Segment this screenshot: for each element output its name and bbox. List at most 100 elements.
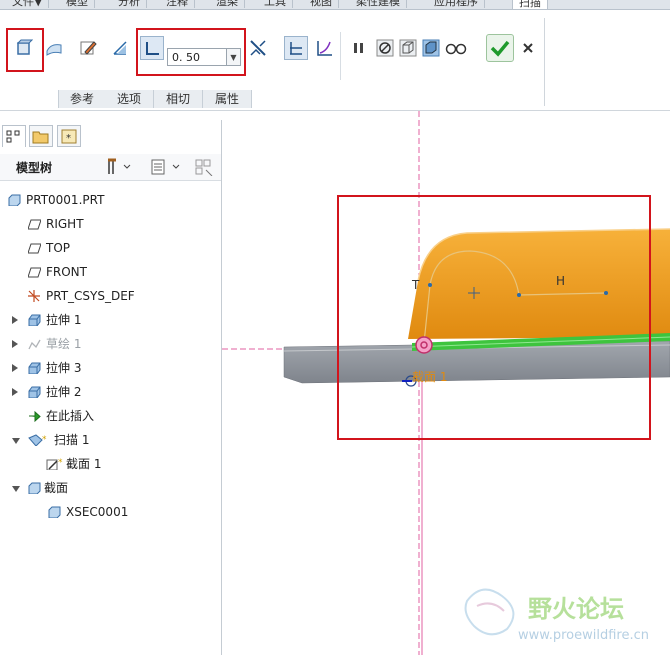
tree-item-extrude-3[interactable]: 拉伸 3 bbox=[12, 358, 81, 378]
tree-item-label: TOP bbox=[46, 241, 71, 255]
tree-item-csys[interactable]: PRT_CSYS_DEF bbox=[28, 286, 135, 306]
tab-folder-browser[interactable] bbox=[29, 125, 53, 147]
expand-icon[interactable] bbox=[12, 364, 18, 372]
tree-item-label: RIGHT bbox=[46, 217, 84, 231]
star-icon: * bbox=[61, 129, 77, 144]
group-tangency[interactable]: 相切 bbox=[154, 90, 203, 108]
graphics-window[interactable]: T H 截面 1 野火论坛 www.proewildfire.cn bbox=[222, 111, 670, 655]
tree-columns-button[interactable] bbox=[150, 158, 180, 179]
ribbon-tab-bar: 文件▼ 模型 分析 注释 渲染 工具 视图 柔性建模 应用程序 扫描 bbox=[0, 0, 670, 10]
tab-file[interactable]: 文件▼ bbox=[6, 0, 50, 8]
watermark-logo-icon bbox=[464, 588, 515, 636]
tree-settings-button[interactable] bbox=[106, 158, 132, 179]
model-tree-panel: * 模型树 PRT0001.PRT RIGHT TOP FRONT PRT_CS… bbox=[0, 120, 222, 655]
section-vertex[interactable] bbox=[428, 283, 432, 287]
tab-annotate[interactable]: 注释 bbox=[160, 0, 195, 8]
tree-item-top[interactable]: TOP bbox=[28, 238, 70, 258]
highlight-box-solid bbox=[6, 28, 44, 72]
tab-favorites[interactable]: * bbox=[57, 125, 81, 147]
tree-item-label: 草绘 1 bbox=[46, 337, 82, 351]
expand-icon[interactable] bbox=[12, 340, 18, 348]
ok-button[interactable] bbox=[486, 34, 514, 62]
plane-button[interactable] bbox=[108, 36, 132, 60]
section-folder-icon bbox=[28, 482, 41, 494]
collapse-icon[interactable] bbox=[12, 438, 20, 444]
tab-applications[interactable]: 应用程序 bbox=[428, 0, 485, 8]
tab-render[interactable]: 渲染 bbox=[210, 0, 245, 8]
preview-shaded-button[interactable] bbox=[419, 36, 443, 60]
tree-item-extrude-1[interactable]: 拉伸 1 bbox=[12, 310, 81, 330]
variable-section-button[interactable] bbox=[312, 36, 336, 60]
wireframe-preview-icon bbox=[399, 39, 417, 57]
x-icon bbox=[523, 43, 533, 53]
highlight-box-thickness bbox=[136, 28, 246, 76]
tab-model[interactable]: 模型 bbox=[60, 0, 95, 8]
preview-wireframe-button[interactable] bbox=[396, 36, 420, 60]
svg-text:*: * bbox=[66, 133, 71, 144]
tree-item-xsec0001[interactable]: XSEC0001 bbox=[48, 502, 128, 522]
variable-section-icon bbox=[317, 41, 332, 56]
tree-item-label: XSEC0001 bbox=[66, 505, 129, 519]
datum-plane-icon bbox=[28, 219, 41, 230]
tab-model-tree[interactable] bbox=[2, 125, 26, 147]
constraint-label-h: H bbox=[556, 274, 565, 288]
cancel-button[interactable] bbox=[516, 36, 540, 60]
section-vertex[interactable] bbox=[604, 291, 608, 295]
tree-item-part[interactable]: PRT0001.PRT bbox=[8, 190, 104, 210]
tab-flexible-modeling[interactable]: 柔性建模 bbox=[350, 0, 407, 8]
constant-section-icon bbox=[290, 42, 302, 55]
expand-icon[interactable] bbox=[12, 316, 18, 324]
flip-arrow-icon bbox=[250, 40, 266, 56]
tab-analysis[interactable]: 分析 bbox=[112, 0, 147, 8]
insert-arrow-icon bbox=[29, 410, 41, 422]
collapse-icon[interactable] bbox=[12, 486, 20, 492]
tree-item-label: PRT_CSYS_DEF bbox=[46, 289, 135, 303]
extrude-icon bbox=[28, 362, 41, 374]
tree-item-sections[interactable]: 截面 bbox=[12, 478, 68, 498]
tree-item-front[interactable]: FRONT bbox=[28, 262, 87, 282]
verify-button[interactable] bbox=[444, 36, 468, 60]
tree-item-label: PRT0001.PRT bbox=[26, 193, 105, 207]
check-icon bbox=[490, 40, 510, 57]
origin-point-icon[interactable] bbox=[415, 336, 433, 354]
expand-icon[interactable] bbox=[12, 388, 18, 396]
glasses-icon bbox=[445, 43, 467, 55]
tree-item-label: 截面 bbox=[44, 481, 69, 495]
extrude-icon bbox=[28, 386, 41, 398]
tree-item-label: 拉伸 1 bbox=[46, 313, 82, 327]
tree-item-sweep-1[interactable]: * 扫描 1 bbox=[12, 430, 89, 450]
pencil-icon bbox=[80, 41, 97, 55]
shaded-preview-icon bbox=[422, 39, 440, 57]
watermark-title: 野火论坛 bbox=[528, 595, 624, 623]
tree-item-sketch-1[interactable]: 草绘 1 bbox=[12, 334, 81, 354]
tree-item-insert-here[interactable]: 在此插入 bbox=[28, 406, 94, 426]
section-vertex[interactable] bbox=[517, 293, 521, 297]
tree-item-extrude-2[interactable]: 拉伸 2 bbox=[12, 382, 81, 402]
part-icon bbox=[8, 194, 21, 206]
sweep-body bbox=[408, 229, 670, 339]
tree-item-label: FRONT bbox=[46, 265, 87, 279]
no-preview-button[interactable] bbox=[373, 36, 397, 60]
csys-icon bbox=[28, 290, 40, 302]
tab-tools[interactable]: 工具 bbox=[258, 0, 293, 8]
tree-item-section-1[interactable]: * 截面 1 bbox=[46, 454, 101, 474]
tab-sweep[interactable]: 扫描 bbox=[512, 0, 548, 9]
datum-plane-icon bbox=[28, 243, 41, 254]
pause-button[interactable] bbox=[347, 36, 371, 60]
tree-icon bbox=[6, 130, 20, 143]
flip-thickness-button[interactable] bbox=[246, 36, 270, 60]
tree-item-label: 截面 1 bbox=[66, 457, 102, 471]
sketch-button[interactable] bbox=[76, 36, 100, 60]
group-options[interactable]: 选项 bbox=[105, 90, 154, 108]
section-sketch-icon: * bbox=[46, 458, 63, 470]
tree-item-right[interactable]: RIGHT bbox=[28, 214, 84, 234]
group-properties[interactable]: 属性 bbox=[203, 90, 252, 108]
datum-plane-icon bbox=[28, 267, 41, 278]
pause-icon bbox=[354, 43, 363, 53]
tab-view[interactable]: 视图 bbox=[304, 0, 339, 8]
tree-filter-button[interactable] bbox=[194, 158, 216, 179]
surface-button[interactable] bbox=[42, 36, 66, 60]
ribbon-divider bbox=[340, 32, 341, 80]
group-references[interactable]: 参考 bbox=[58, 90, 106, 108]
constant-section-button[interactable] bbox=[284, 36, 308, 60]
